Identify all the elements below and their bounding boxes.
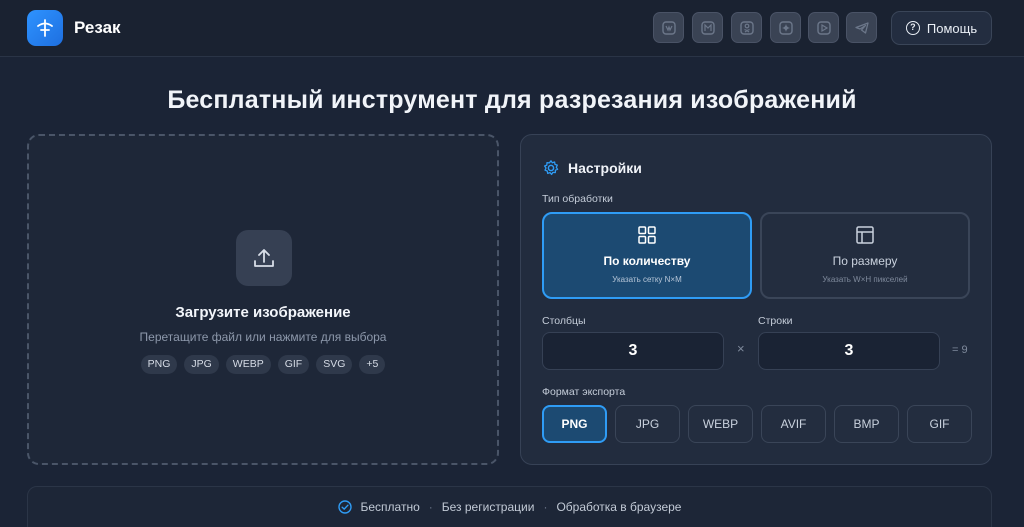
question-icon: ? bbox=[905, 21, 920, 35]
scissors-logo-icon bbox=[37, 19, 53, 37]
telegram-icon[interactable] bbox=[846, 12, 877, 43]
grid-icon bbox=[637, 225, 657, 247]
export-webp-button[interactable]: WEBP bbox=[688, 405, 753, 443]
check-circle-icon bbox=[337, 500, 352, 514]
separator-dot: · bbox=[428, 500, 433, 514]
mode-subtitle: Указать W×H пикселей bbox=[822, 275, 908, 284]
format-chip: PNG bbox=[140, 355, 178, 374]
layout-icon bbox=[855, 225, 875, 247]
upload-icon-box bbox=[236, 230, 292, 286]
app-logo[interactable] bbox=[27, 10, 63, 46]
mode-by-size-card[interactable]: По размеру Указать W×H пикселей bbox=[760, 212, 970, 299]
features-list: Бесплатно · Без регистрации · Обработка … bbox=[28, 500, 991, 514]
help-label: Помощь bbox=[926, 20, 978, 36]
upload-dropzone[interactable]: Загрузите изображение Перетащите файл ил… bbox=[27, 134, 499, 465]
settings-title: Настройки bbox=[568, 160, 642, 176]
export-bmp-button[interactable]: BMP bbox=[834, 405, 899, 443]
mode-title: По количеству bbox=[603, 254, 691, 268]
vk-icon[interactable] bbox=[653, 12, 684, 43]
separator-dot: · bbox=[543, 500, 548, 514]
max-icon[interactable] bbox=[692, 12, 723, 43]
export-format-label: Формат экспорта bbox=[542, 386, 626, 398]
columns-label: Столбцы bbox=[542, 315, 586, 327]
format-chip: JPG bbox=[184, 355, 219, 374]
columns-input[interactable]: 3 bbox=[542, 332, 724, 370]
total-pieces: = 9 bbox=[952, 344, 968, 356]
zen-icon[interactable] bbox=[770, 12, 801, 43]
feature-free: Бесплатно bbox=[360, 500, 420, 514]
features-bar: Бесплатно · Без регистрации · Обработка … bbox=[27, 486, 992, 527]
rows-input[interactable]: 3 bbox=[758, 332, 940, 370]
export-gif-button[interactable]: GIF bbox=[907, 405, 972, 443]
format-chip: WEBP bbox=[225, 355, 271, 374]
supported-formats: PNG JPG WEBP GIF SVG +5 bbox=[29, 355, 497, 374]
help-button[interactable]: ? Помощь bbox=[891, 11, 992, 45]
export-png-button[interactable]: PNG bbox=[542, 405, 607, 443]
feature-no-registration: Без регистрации bbox=[441, 500, 535, 514]
mode-by-count-card[interactable]: По количеству Указать сетку N×M bbox=[542, 212, 752, 299]
times-sign: × bbox=[737, 341, 745, 356]
mode-title: По размеру bbox=[832, 254, 898, 268]
mode-subtitle: Указать сетку N×M bbox=[612, 275, 682, 284]
export-format-group: PNG JPG WEBP AVIF BMP GIF bbox=[542, 405, 972, 443]
settings-header: Настройки bbox=[542, 159, 642, 177]
export-avif-button[interactable]: AVIF bbox=[761, 405, 826, 443]
page-title: Бесплатный инструмент для разрезания изо… bbox=[167, 86, 857, 114]
processing-type-label: Тип обработки bbox=[542, 193, 613, 205]
brand-name[interactable]: Резак bbox=[74, 18, 121, 38]
export-jpg-button[interactable]: JPG bbox=[615, 405, 680, 443]
upload-icon bbox=[254, 249, 274, 267]
format-chip: SVG bbox=[316, 355, 353, 374]
format-chip: GIF bbox=[277, 355, 310, 374]
settings-panel: Настройки Тип обработки По количеству Ук… bbox=[520, 134, 992, 465]
gear-icon bbox=[543, 160, 559, 176]
more-formats-chip: +5 bbox=[359, 355, 386, 374]
upload-title: Загрузите изображение bbox=[175, 304, 351, 321]
odnoklassniki-icon[interactable] bbox=[731, 12, 762, 43]
app-header: Резак ? Помощь bbox=[0, 0, 1024, 57]
upload-subtitle: Перетащите файл или нажмите для выбора bbox=[139, 330, 387, 344]
rutube-icon[interactable] bbox=[808, 12, 839, 43]
rows-label: Строки bbox=[758, 315, 793, 327]
feature-browser-processing: Обработка в браузере bbox=[556, 500, 682, 514]
